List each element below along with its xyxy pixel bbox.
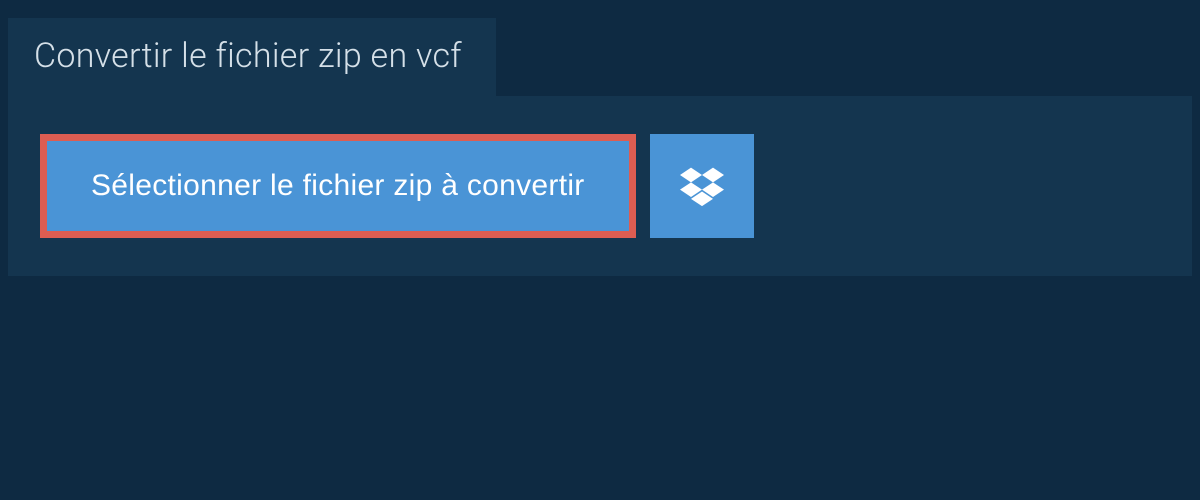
select-file-label: Sélectionner le fichier zip à convertir [91, 169, 585, 202]
select-file-button[interactable]: Sélectionner le fichier zip à convertir [47, 141, 629, 231]
main-panel: Sélectionner le fichier zip à convertir [8, 96, 1192, 276]
tab-strip: Convertir le fichier zip en vcf [0, 0, 1200, 96]
dropbox-button[interactable] [650, 134, 754, 238]
tab-label: Convertir le fichier zip en vcf [34, 36, 462, 76]
button-row: Sélectionner le fichier zip à convertir [40, 134, 1160, 238]
select-button-highlight: Sélectionner le fichier zip à convertir [40, 134, 636, 238]
tab-convert[interactable]: Convertir le fichier zip en vcf [8, 18, 496, 96]
dropbox-icon [680, 164, 724, 208]
